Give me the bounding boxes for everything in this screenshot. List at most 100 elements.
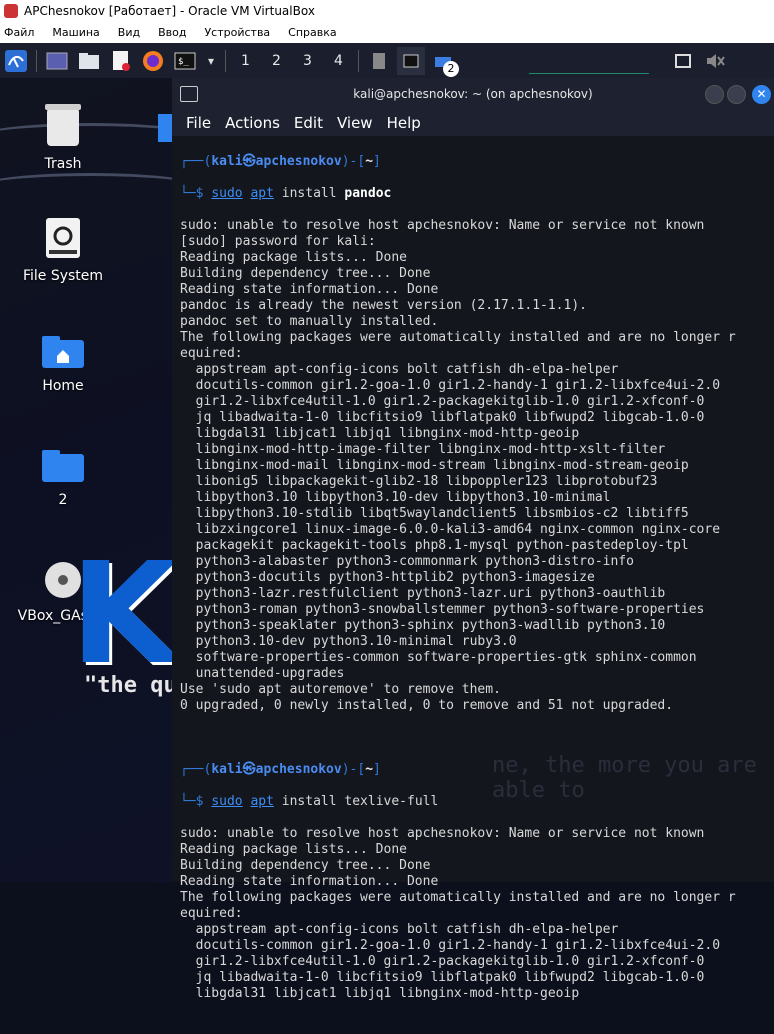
output-line: Reading state information... Done — [180, 874, 439, 889]
terminal-menu-file[interactable]: File — [186, 114, 211, 132]
taskbar-badge: 2 — [443, 60, 459, 77]
close-button[interactable]: ✕ — [752, 85, 771, 104]
terminal-launcher-icon[interactable]: $_ — [171, 47, 199, 75]
host-menu-help[interactable]: Справка — [284, 26, 336, 39]
output-line: Use 'sudo apt autoremove' to remove them… — [180, 682, 501, 697]
terminal-title-bar[interactable]: kali@apchesnokov: ~ (on apchesnokov) ✕ — [172, 78, 774, 110]
output-line: packagekit packagekit-tools php8.1-mysql… — [180, 538, 689, 553]
cmd-install: install — [281, 794, 337, 809]
desktop-icon-trash[interactable]: Trash — [8, 102, 118, 172]
output-line: python3-lazr.restfulclient python3-lazr.… — [180, 586, 666, 601]
prompt-user: kali㉿apchesnokov — [211, 762, 342, 777]
terminal-menu-view[interactable]: View — [337, 114, 373, 132]
volume-muted-icon[interactable] — [701, 47, 729, 75]
host-menu-view[interactable]: Вид — [114, 26, 140, 39]
cmd-apt: apt — [250, 794, 274, 809]
panel-separator — [358, 49, 359, 72]
command-line: └─$ sudo apt install texlive-full — [180, 794, 439, 809]
kali-wallpaper-logo: K — [70, 533, 179, 696]
output-line: sudo: unable to resolve host apchesnokov… — [180, 218, 705, 233]
output-line: Building dependency tree... Done — [180, 858, 431, 873]
maximize-button[interactable] — [727, 85, 746, 104]
kali-menu-icon[interactable] — [2, 47, 30, 75]
output-line: pandoc is already the newest version (2.… — [180, 298, 587, 313]
cpu-graph — [529, 65, 649, 74]
workspace-4[interactable]: 4 — [323, 53, 354, 69]
output-line: Reading package lists... Done — [180, 842, 407, 857]
desktop-icon-label: File System — [22, 268, 104, 284]
output-line: python3-speaklater python3-sphinx python… — [180, 618, 666, 633]
output-line: The following packages were automaticall… — [180, 330, 736, 345]
prompt-path: ~ — [365, 762, 374, 777]
cmd-apt: apt — [250, 186, 274, 201]
svg-text:$_: $_ — [178, 57, 189, 67]
trash-icon — [45, 104, 81, 146]
terminal-menu-edit[interactable]: Edit — [294, 114, 323, 132]
text-editor-icon[interactable] — [107, 47, 135, 75]
file-manager-icon[interactable] — [75, 47, 103, 75]
output-line: 0 upgraded, 0 newly installed, 0 to remo… — [180, 698, 674, 713]
network-icon[interactable] — [669, 47, 697, 75]
output-line: Building dependency tree... Done — [180, 266, 431, 281]
output-line: docutils-common gir1.2-goa-1.0 gir1.2-ha… — [180, 938, 721, 953]
output-line: libnginx-mod-http-image-filter libnginx-… — [180, 442, 666, 457]
drive-icon — [46, 218, 80, 258]
terminal-output[interactable]: ┌──(kali㉿apchesnokov)-[~] └─$ sudo apt i… — [180, 138, 774, 1034]
terminal-menu-help[interactable]: Help — [387, 114, 421, 132]
output-line: unattended-upgrades — [180, 666, 345, 681]
desktop-icon-folder-2[interactable]: 2 — [8, 448, 118, 508]
workspace-2[interactable]: 2 — [261, 53, 292, 69]
output-line: python3-alabaster python3-commonmark pyt… — [180, 554, 634, 569]
host-menu-input[interactable]: Ввод — [154, 26, 186, 39]
workspace-1[interactable]: 1 — [230, 53, 261, 69]
firefox-icon[interactable] — [139, 47, 167, 75]
home-folder-icon — [42, 336, 84, 368]
output-line: python3-roman python3-snowballstemmer py… — [180, 602, 705, 617]
cmd-install: install — [281, 186, 337, 201]
terminal-menu-actions[interactable]: Actions — [225, 114, 280, 132]
host-menu-file[interactable]: Файл — [0, 26, 34, 39]
host-menu-machine[interactable]: Машина — [48, 26, 99, 39]
folder-icon — [42, 450, 84, 482]
output-line: libpython3.10 libpython3.10-dev libpytho… — [180, 490, 611, 505]
output-line: libgdal31 libjcat1 libjq1 libnginx-mod-h… — [180, 426, 580, 441]
output-line: gir1.2-libxfce4util-1.0 gir1.2-packageki… — [180, 954, 705, 969]
chevron-down-icon[interactable]: ▾ — [203, 47, 219, 75]
desktop-icon-home[interactable]: Home — [8, 334, 118, 394]
terminal-window: kali@apchesnokov: ~ (on apchesnokov) ✕ F… — [172, 78, 774, 1001]
taskbar-window-icon[interactable] — [365, 47, 393, 75]
output-line: pandoc set to manually installed. — [180, 314, 439, 329]
output-line: docutils-common gir1.2-goa-1.0 gir1.2-ha… — [180, 378, 721, 393]
output-line: jq libadwaita-1-0 libcfitsio9 libflatpak… — [180, 970, 705, 985]
output-line: software-properties-common software-prop… — [180, 650, 697, 665]
taskbar-folder-icon[interactable]: 2 — [429, 47, 459, 77]
output-line: libgdal31 libjcat1 libjq1 libnginx-mod-h… — [180, 986, 580, 1001]
terminal-icon — [180, 86, 198, 102]
prompt-path: ~ — [365, 154, 374, 169]
host-menu-bar: Файл Машина Вид Ввод Устройства Справка — [0, 22, 774, 44]
desktop-icon-label: Trash — [44, 156, 82, 172]
output-line: sudo: unable to resolve host apchesnokov… — [180, 826, 705, 841]
output-line: python3.10-dev python3.10-minimal ruby3.… — [180, 634, 517, 649]
workspace-3[interactable]: 3 — [292, 53, 323, 69]
taskbar-terminal-icon[interactable] — [397, 46, 425, 75]
desktop-icon-filesystem[interactable]: File System — [8, 216, 118, 284]
output-line: appstream apt-config-icons bolt catfish … — [180, 362, 619, 377]
cmd-sudo: sudo — [211, 186, 243, 201]
minimize-button[interactable] — [705, 85, 724, 104]
cmd-package: pandoc — [344, 186, 392, 201]
prompt-user: kali㉿apchesnokov — [211, 154, 342, 169]
host-menu-devices[interactable]: Устройства — [200, 26, 270, 39]
prompt-line: ┌──(kali㉿apchesnokov)-[~] — [180, 154, 381, 169]
wallpaper-quote: "the qu — [84, 673, 177, 698]
output-line: The following packages were automaticall… — [180, 890, 736, 905]
cmd-sudo: sudo — [211, 794, 243, 809]
output-line: libzxingcore1 linux-image-6.0.0-kali3-am… — [180, 522, 721, 537]
output-line: libonig5 libpackagekit-glib2-18 libpoppl… — [180, 474, 658, 489]
output-line: Reading state information... Done — [180, 282, 439, 297]
prompt-line: ┌──(kali㉿apchesnokov)-[~] — [180, 762, 381, 777]
show-desktop-icon[interactable] — [43, 47, 71, 75]
output-line: libpython3.10-stdlib libqt5waylandclient… — [180, 506, 689, 521]
desktop-icon-label: 2 — [58, 492, 68, 508]
